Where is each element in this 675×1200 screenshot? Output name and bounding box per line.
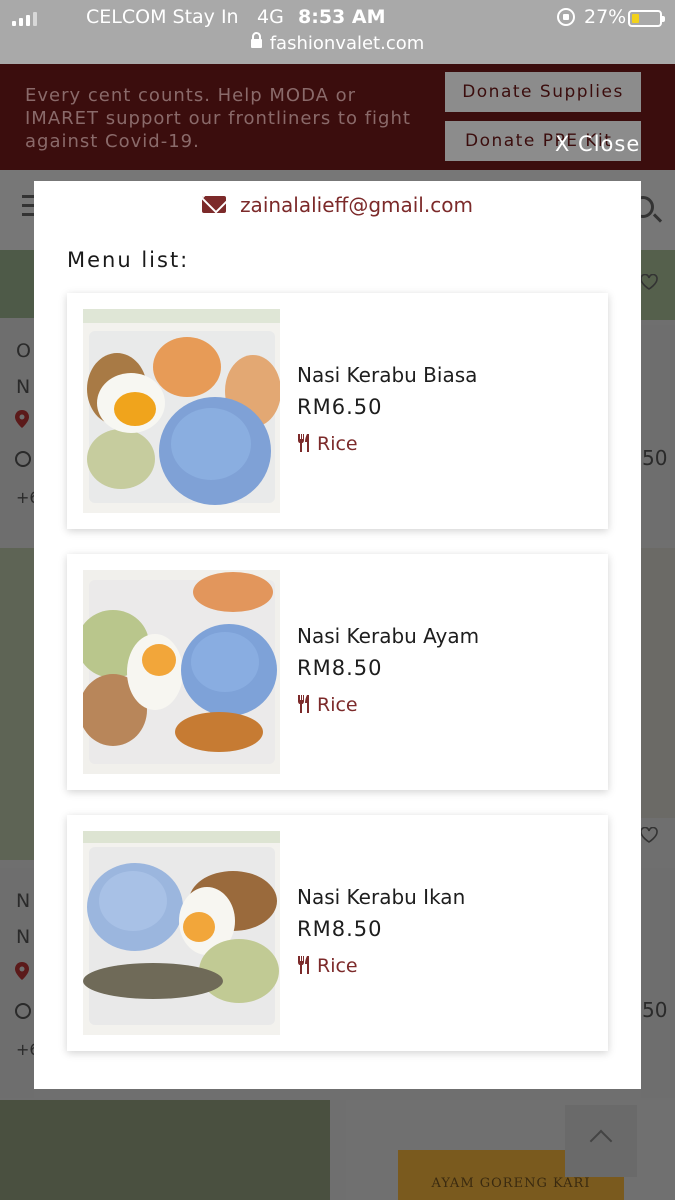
- location-icon: [15, 962, 29, 980]
- menu-item-category-text: Rice: [317, 694, 358, 716]
- bg-card-image: [0, 250, 34, 318]
- scroll-to-top-button[interactable]: [565, 1105, 637, 1177]
- menu-item-category: Rice: [297, 694, 358, 716]
- food-photo: [83, 831, 280, 1035]
- bg-card-right-1[interactable]: [641, 325, 675, 540]
- carrier-name: CELCOM Stay In: [86, 6, 239, 28]
- bg-card-image: [641, 548, 675, 818]
- bg-bottom-image: [0, 1100, 330, 1200]
- bg-card-title: N: [16, 890, 31, 912]
- bg-card-right-2[interactable]: [641, 868, 675, 1098]
- bg-card-image: [0, 548, 34, 860]
- bg-card-subtitle: N: [16, 926, 31, 948]
- envelope-icon: [202, 196, 227, 213]
- whatsapp-icon: [14, 450, 32, 468]
- menu-item-card[interactable]: Nasi Kerabu Ayam RM8.50 Rice: [67, 554, 608, 790]
- bg-card-title: O: [16, 340, 31, 362]
- menu-item-price: RM8.50: [297, 656, 383, 680]
- rotation-lock-icon: [557, 8, 575, 26]
- utensils-icon: [297, 695, 313, 713]
- menu-item-category-text: Rice: [317, 955, 358, 977]
- menu-item-category: Rice: [297, 433, 358, 455]
- email-row[interactable]: zainalalieff@gmail.com: [34, 193, 641, 217]
- menu-item-category: Rice: [297, 955, 358, 977]
- food-photo: [83, 309, 280, 513]
- status-bar: CELCOM Stay In 4G 8:53 AM 27% fashionval…: [0, 0, 675, 64]
- close-button[interactable]: X Close: [555, 132, 640, 156]
- whatsapp-icon: [14, 1002, 32, 1020]
- utensils-icon: [297, 956, 313, 974]
- banner-text: Every cent counts. Help MODA or IMARET s…: [25, 85, 411, 152]
- menu-item-category-text: Rice: [317, 433, 358, 455]
- menu-item-name: Nasi Kerabu Biasa: [297, 363, 478, 387]
- menu-item-card[interactable]: Nasi Kerabu Ikan RM8.50 Rice: [67, 815, 608, 1051]
- utensils-icon: [297, 434, 313, 452]
- menu-item-card[interactable]: Nasi Kerabu Biasa RM6.50 Rice: [67, 293, 608, 529]
- lock-icon: [250, 32, 262, 48]
- bg-card-subtitle: N: [16, 376, 31, 398]
- location-icon: [15, 410, 29, 428]
- heart-icon[interactable]: [640, 273, 658, 290]
- network-type: 4G: [257, 6, 284, 28]
- menu-modal: zainalalieff@gmail.com Menu list: Nasi K…: [34, 181, 641, 1089]
- menu-list-title: Menu list:: [67, 248, 190, 272]
- donate-supplies-button[interactable]: Donate Supplies: [445, 72, 641, 112]
- heart-icon[interactable]: [640, 826, 658, 843]
- menu-item-name: Nasi Kerabu Ayam: [297, 624, 480, 648]
- bg-card-price: 50: [642, 998, 668, 1022]
- food-photo: [83, 570, 280, 774]
- url-text: fashionvalet.com: [269, 33, 425, 54]
- clock: 8:53 AM: [298, 6, 386, 28]
- signal-icon: [12, 10, 37, 26]
- bg-card-price: 50: [642, 446, 668, 470]
- email-text: zainalalieff@gmail.com: [240, 193, 473, 217]
- menu-item-price: RM6.50: [297, 395, 383, 419]
- battery-icon: [628, 10, 665, 27]
- menu-item-name: Nasi Kerabu Ikan: [297, 885, 466, 909]
- address-bar[interactable]: fashionvalet.com: [0, 32, 675, 54]
- battery-percent: 27%: [584, 6, 627, 28]
- menu-item-price: RM8.50: [297, 917, 383, 941]
